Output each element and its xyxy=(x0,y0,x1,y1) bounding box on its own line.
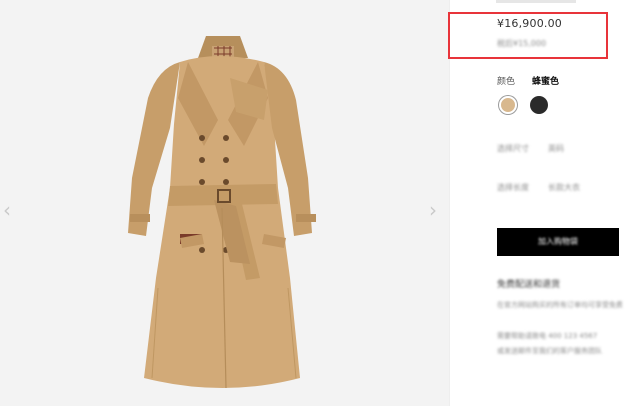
top-divider xyxy=(496,0,576,3)
swatch-black[interactable] xyxy=(530,96,548,114)
size-select[interactable]: 英码 xyxy=(548,143,564,154)
shipping-title: 免费配送和退货 xyxy=(497,280,561,290)
length-label: 选择长度 xyxy=(497,183,529,192)
shipping-text-3: 或发送邮件至我们的客户服务团队 xyxy=(497,347,602,355)
shipping-text-1: 在官方网站购买的所有订单均可享受免费配送服务 xyxy=(497,301,622,309)
color-label: 颜色 xyxy=(497,77,516,87)
chevron-left-icon[interactable]: ‹ xyxy=(0,198,14,222)
length-select[interactable]: 长款大衣 xyxy=(548,182,580,193)
product-price: ¥16,900.00 xyxy=(497,17,562,30)
chevron-right-icon[interactable]: › xyxy=(426,198,440,222)
product-gallery: ‹ › xyxy=(0,0,449,406)
size-label: 选择尺寸 xyxy=(497,144,529,153)
original-price: 税后¥15,000 xyxy=(497,39,547,48)
swatch-honey[interactable] xyxy=(499,96,517,114)
add-to-cart-button[interactable]: 加入购物袋 xyxy=(497,228,619,256)
product-image xyxy=(118,28,328,406)
color-value: 蜂蜜色 xyxy=(532,77,560,87)
shipping-text-2: 需要帮助请致电 400 123 4567 xyxy=(497,332,598,340)
add-to-cart-label: 加入购物袋 xyxy=(538,237,578,246)
